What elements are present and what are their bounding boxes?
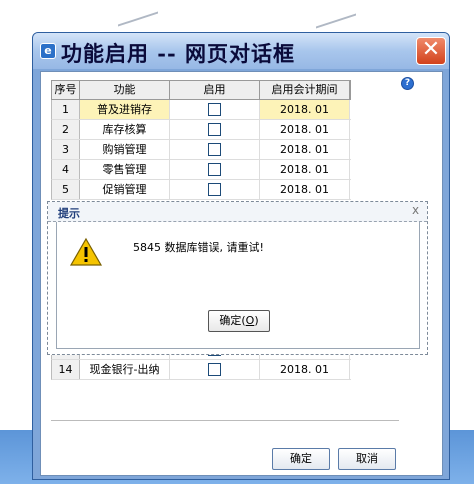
alert-title: 提示 — [58, 207, 80, 220]
ok-label-tail: ) — [254, 314, 259, 327]
function-name: 现金银行-出纳 — [80, 360, 170, 379]
enable-cell — [170, 160, 260, 179]
alert-ok-button[interactable]: 确定(O) — [208, 310, 270, 332]
row-number: 5 — [52, 180, 80, 199]
column-header-enable: 启用 — [170, 81, 260, 99]
help-icon[interactable]: ? — [401, 77, 414, 90]
table-row[interactable]: 4 零售管理 2018. 01 — [51, 160, 351, 180]
enable-checkbox[interactable] — [208, 362, 221, 376]
enable-cell — [170, 140, 260, 159]
enable-period: 2018. 01 — [260, 100, 350, 119]
row-number: 2 — [52, 120, 80, 139]
enable-cell — [170, 100, 260, 119]
function-name: 普及进销存 — [80, 100, 170, 119]
ok-label: 确定( — [219, 314, 246, 327]
cancel-button[interactable]: 取消 — [338, 448, 396, 470]
column-header-no: 序号 — [52, 81, 80, 99]
ie-window-icon: e — [40, 43, 56, 59]
enable-period: 2018. 01 — [260, 160, 350, 179]
enable-cell — [170, 120, 260, 139]
function-name: 促销管理 — [80, 180, 170, 199]
function-name: 库存核算 — [80, 120, 170, 139]
enable-period: 2018. 01 — [260, 140, 350, 159]
alert-titlebar[interactable]: 提示 x — [48, 202, 427, 222]
enable-cell — [170, 360, 260, 379]
warning-icon — [69, 237, 103, 266]
enable-period: 2018. 01 — [260, 360, 350, 379]
table-row[interactable]: 5 促销管理 2018. 01 — [51, 180, 351, 200]
confirm-button[interactable]: 确定 — [272, 448, 330, 470]
alert-close-icon[interactable]: x — [412, 203, 419, 217]
enable-checkbox[interactable] — [208, 182, 221, 196]
table-bottom-border — [51, 420, 399, 421]
enable-period: 2018. 01 — [260, 180, 350, 199]
window-title: 功能启用 -- 网页对话框 — [61, 41, 296, 66]
row-number: 4 — [52, 160, 80, 179]
close-button[interactable]: ✕ — [416, 37, 446, 65]
table-row[interactable]: 2 库存核算 2018. 01 — [51, 120, 351, 140]
alert-dialog: 提示 x 5845 数据库错误, 请重试! 确定(O) — [47, 201, 428, 355]
enable-cell — [170, 180, 260, 199]
enable-checkbox[interactable] — [208, 162, 221, 176]
function-name: 购销管理 — [80, 140, 170, 159]
column-header-function: 功能 — [80, 81, 170, 99]
column-header-period: 启用会计期间 — [260, 81, 350, 99]
table-header: 序号 功能 启用 启用会计期间 — [51, 80, 351, 100]
row-number: 3 — [52, 140, 80, 159]
alert-body: 5845 数据库错误, 请重试! 确定(O) — [56, 222, 420, 349]
table-row[interactable]: 14 现金银行-出纳 2018. 01 — [51, 360, 351, 380]
row-number: 1 — [52, 100, 80, 119]
alert-message: 5845 数据库错误, 请重试! — [133, 241, 264, 254]
enable-checkbox[interactable] — [208, 102, 221, 116]
table-row[interactable]: 1 普及进销存 2018. 01 — [51, 100, 351, 120]
table-row[interactable]: 3 购销管理 2018. 01 — [51, 140, 351, 160]
function-name: 零售管理 — [80, 160, 170, 179]
enable-checkbox[interactable] — [208, 122, 221, 136]
enable-period: 2018. 01 — [260, 120, 350, 139]
window-titlebar[interactable]: e 功能启用 -- 网页对话框 ✕ — [33, 33, 449, 69]
enable-checkbox[interactable] — [208, 142, 221, 156]
row-number: 14 — [52, 360, 80, 379]
